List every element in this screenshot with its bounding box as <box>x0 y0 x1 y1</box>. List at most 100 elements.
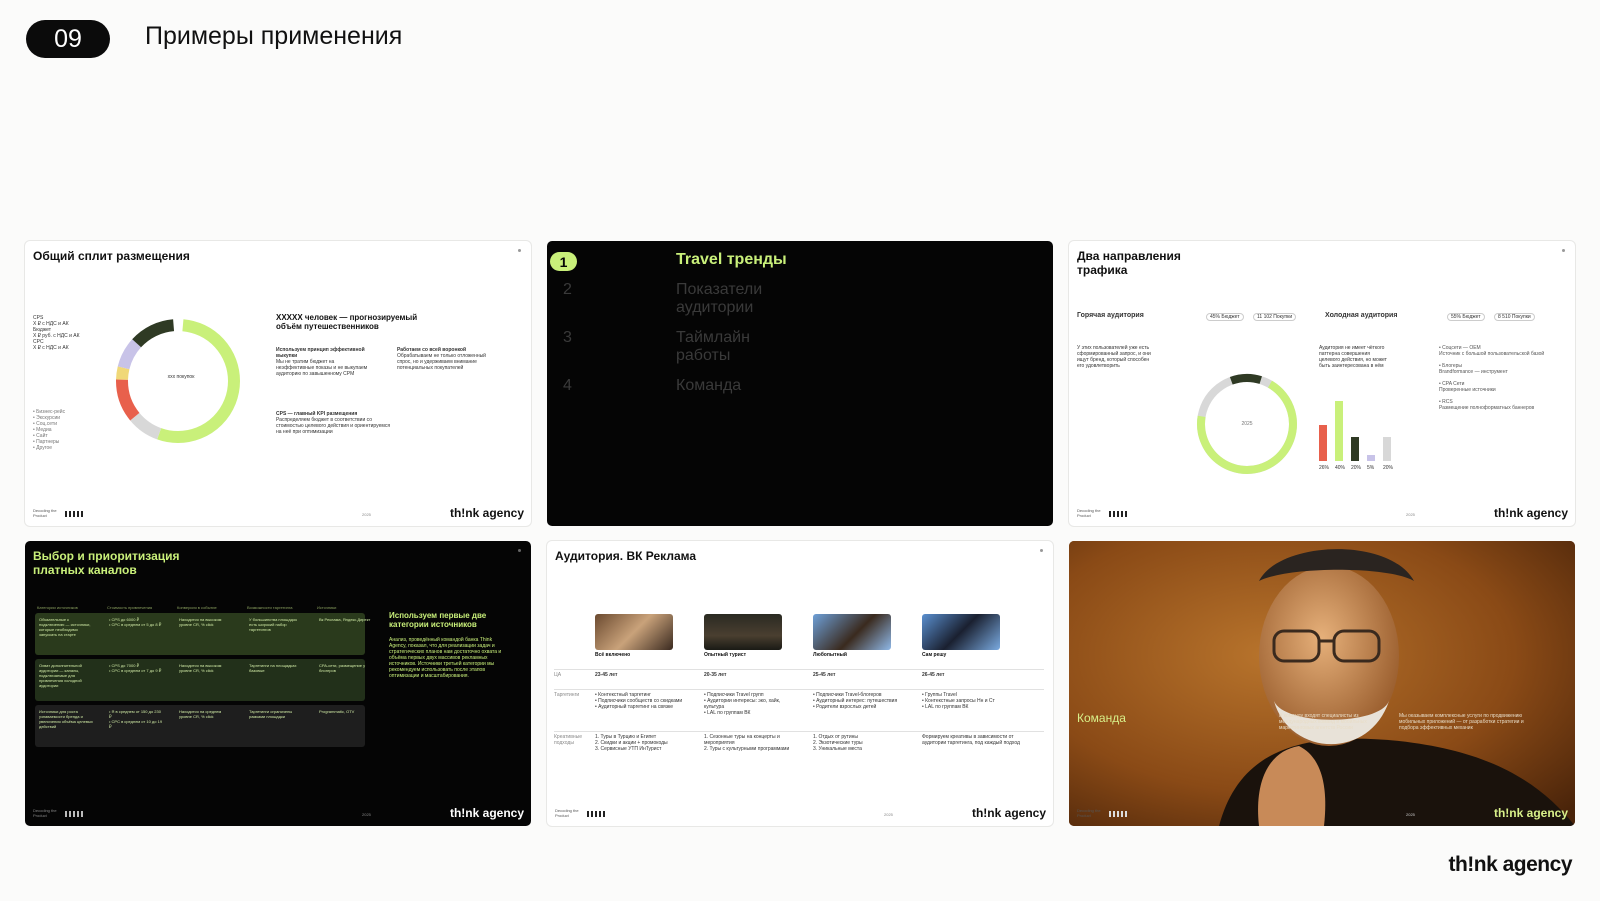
side-note: Анализ, проведённый командой банка Think… <box>389 637 502 679</box>
slide-year: 2025 <box>362 512 371 517</box>
team-note: Мы оказываем комплексные услуги по продв… <box>1399 713 1524 731</box>
cold-audience-label: Холодная аудитория <box>1325 312 1398 319</box>
table-row: Источники для роста узнаваемости бренда … <box>35 705 365 747</box>
slide-footer-label: Decoding the Product <box>1077 808 1101 818</box>
age-range: 23-45 лет <box>595 672 618 678</box>
row-label: Креативные подходы <box>554 734 583 746</box>
table-row: Обязательные к подключению — источники, … <box>35 613 370 655</box>
table-header: Категории источников <box>37 605 78 610</box>
persona-card: Опытный турист <box>704 614 782 658</box>
persona-card: Всё включено <box>595 614 673 658</box>
slide-progress-bars <box>1109 511 1127 517</box>
bar-mark <box>1335 401 1343 461</box>
divider <box>554 731 1044 732</box>
slide-year: 2025 <box>1406 512 1415 517</box>
targeting-cell: • Подписчики Travel групп • Аудитории инт… <box>704 692 781 716</box>
bar-label: 5% <box>1367 465 1375 471</box>
persona-label: Всё включено <box>595 652 631 658</box>
channel-list: • Соцсети — OEM Источник с большой пользо… <box>1439 345 1545 411</box>
targeting-cell: • Контекстный таргетинг • Подписчики сооб… <box>595 692 683 710</box>
bar-label: 20% <box>1383 465 1394 471</box>
slide-note: Используем принцип эффективной выкупки Мы… <box>276 347 368 377</box>
slide-thumbnail-team[interactable]: Команда В команду входят специалисты из … <box>1069 541 1575 826</box>
persona-photo <box>704 614 782 650</box>
brand-logo: th!nk agency <box>1448 853 1572 876</box>
bar-mark <box>1383 437 1391 461</box>
team-note: В команду входят специалисты из междунар… <box>1279 713 1367 731</box>
hot-budget-chip: 45% Бюджет <box>1206 313 1244 321</box>
agenda-number: 3 <box>563 329 572 346</box>
slide-dot-icon <box>518 249 521 252</box>
slide-thumbnail-vk-audience[interactable]: Аудитория. ВК Реклама Всё включено Опытн… <box>547 541 1053 826</box>
row-label: Таргетинги <box>554 692 580 698</box>
agenda-item: Таймлайн работы <box>676 329 750 364</box>
creative-cell: 1. Отдых от рутины 2. Экзотические туры 3.… <box>813 734 863 752</box>
slide-progress-bars <box>587 811 605 817</box>
persona-card: Сам решу <box>922 614 1000 658</box>
divider <box>554 669 1044 670</box>
slide-title: Команда <box>1077 711 1126 725</box>
slide-year: 2025 <box>1406 812 1415 817</box>
split-donut-chart <box>116 319 240 443</box>
donut-center-label: xxx покупок <box>167 374 195 380</box>
table-header: Стоимость привлечения <box>107 605 153 610</box>
persona-label: Сам решу <box>922 652 947 658</box>
section-number-badge: 09 <box>26 20 110 58</box>
slide-footer-label: Decoding the Product <box>33 808 57 818</box>
slide-progress-bars <box>1109 811 1127 817</box>
table-header: Источники <box>317 605 337 610</box>
row-label: ЦА <box>554 672 562 678</box>
bar-mark <box>1351 437 1359 461</box>
slide-year: 2025 <box>884 812 893 817</box>
bar-label: 26% <box>1319 465 1330 471</box>
slide-note: Аудитория не имеет чёткого паттерна сове… <box>1319 345 1387 369</box>
cold-budget-chip: 55% Бюджет <box>1447 313 1485 321</box>
targeting-cell: • Подписчики Travel-блогеров • Аудиторный… <box>813 692 898 710</box>
slide-thumbnail-traffic-directions[interactable]: Два направления трафика Горячая аудитори… <box>1069 241 1575 526</box>
slide-dot-icon <box>1040 549 1043 552</box>
slide-note: У этих пользователей уже есть сформирова… <box>1077 345 1151 369</box>
slide-progress-bars <box>65 811 83 817</box>
slide-note: CPS — главный KPI размещения Распределяем… <box>276 411 391 435</box>
slide-thumbnail-paid-channels[interactable]: Выбор и приоритизация платных каналов Ка… <box>25 541 531 826</box>
agenda-item: Команда <box>676 377 742 394</box>
hot-purchases-chip: 11 102 Покупки <box>1253 313 1297 321</box>
slide-dot-icon <box>518 549 521 552</box>
slide-brand-logo: th!nk agency <box>1493 506 1568 520</box>
agenda-number: 2 <box>563 281 572 298</box>
slide-footer-label: Decoding the Product <box>33 508 57 518</box>
page-title: Примеры применения <box>145 22 403 50</box>
hot-audience-label: Горячая аудитория <box>1077 312 1144 319</box>
team-photo <box>1069 541 1575 826</box>
bar-label: 40% <box>1335 465 1346 471</box>
slide-dot-icon <box>1562 249 1565 252</box>
age-range: 26-45 лет <box>922 672 945 678</box>
table-header: Конверсия в событие <box>177 605 217 610</box>
slide-year: 2025 <box>362 812 371 817</box>
creative-cell: 1. Сезонные туры на концерты и мероприят… <box>704 734 790 752</box>
donut-center-label: 2025 <box>1241 421 1253 427</box>
persona-card: Любопытный <box>813 614 891 658</box>
persona-photo <box>922 614 1000 650</box>
slide-note: Работаем со всей воронкой Обрабатываем не… <box>397 347 486 371</box>
agenda-active-number: 1 <box>550 252 577 271</box>
slide-progress-bars <box>65 511 83 517</box>
slide-title: Аудитория. ВК Реклама <box>555 549 697 563</box>
table-row: Охват дополнительной аудитории — каналы,… <box>35 659 365 701</box>
bar-label: 20% <box>1351 465 1362 471</box>
slide-thumbnail-placement-split[interactable]: Общий сплит размещения CPS X ₽ с НДС и АК… <box>25 241 531 526</box>
bar-mark <box>1319 425 1327 461</box>
agenda-item: Travel тренды <box>676 251 787 268</box>
targeting-cell: • Группы Travel • Контекстные запросы Нн … <box>922 692 995 710</box>
slide-thumbnail-agenda[interactable]: 1 Travel тренды 2 Показатели аудитории 3… <box>547 241 1053 526</box>
persona-label: Опытный турист <box>704 652 747 658</box>
slide-brand-logo: th!nk agency <box>449 806 524 820</box>
slide-title: Общий сплит размещения <box>33 249 190 263</box>
persona-photo <box>595 614 673 650</box>
bar-mark <box>1367 455 1375 461</box>
slide-brand-logo: th!nk agency <box>971 806 1046 820</box>
persona-label: Любопытный <box>813 652 847 658</box>
slide-legend-list: • Бизнес-рейс • Экскурсии • Соц.сети • Меди… <box>33 409 66 451</box>
age-range: 25-45 лет <box>813 672 836 678</box>
agenda-number: 4 <box>563 377 572 394</box>
